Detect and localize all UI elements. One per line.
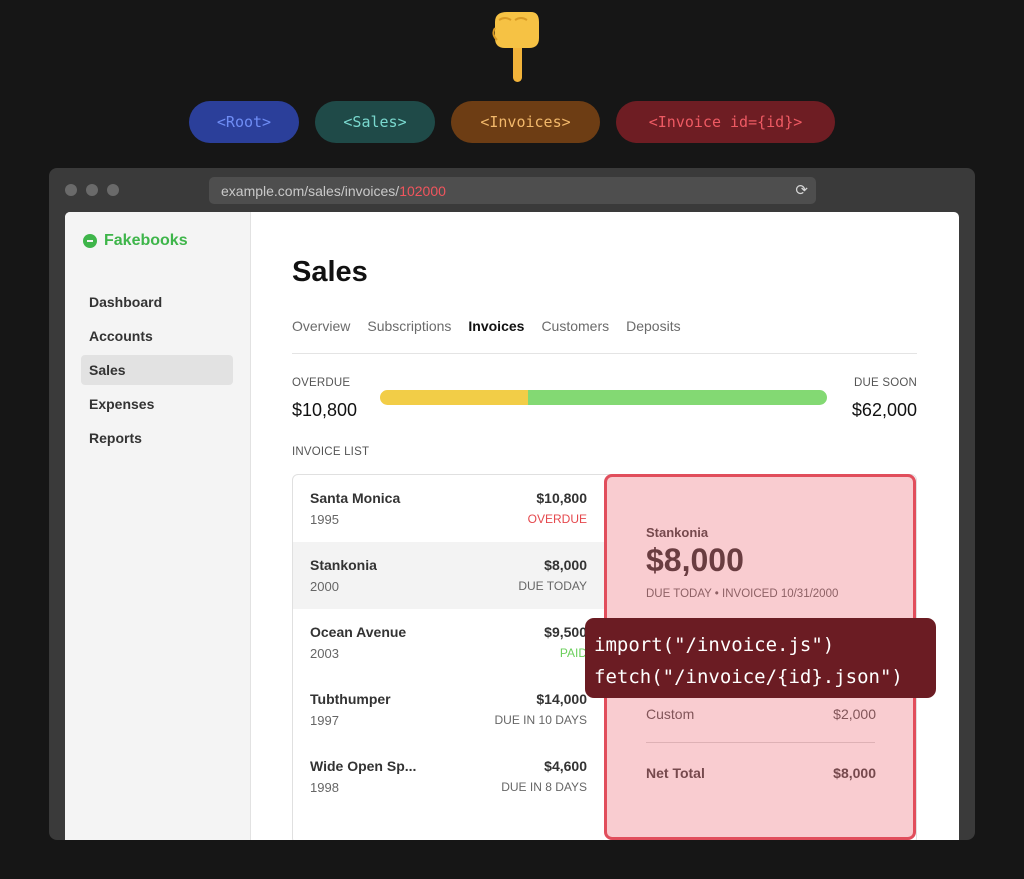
tab-invoices[interactable]: Invoices [468, 318, 524, 334]
url-base: example.com/sales/invoices/ [221, 182, 400, 199]
route-root-pill: <Root> [189, 101, 299, 143]
invoice-year: 2000 [310, 579, 339, 594]
invoice-status: OVERDUE [527, 512, 587, 526]
window-close-dot[interactable] [65, 184, 77, 196]
overdue-due-soon-bar [380, 390, 827, 405]
invoice-year: 1995 [310, 512, 339, 527]
due-soon-label: DUE SOON [854, 377, 917, 389]
window-maximize-dot[interactable] [107, 184, 119, 196]
sidebar-item-sales[interactable]: Sales [81, 355, 233, 385]
tab-overview[interactable]: Overview [292, 318, 350, 334]
code-callout: import("/invoice.js") fetch("/invoice/{i… [585, 618, 936, 698]
route-sales-pill: <Sales> [315, 101, 435, 143]
due-soon-amount: $62,000 [851, 400, 917, 420]
sidebar-item-dashboard[interactable]: Dashboard [81, 287, 233, 317]
code-line-import: import("/invoice.js") [594, 634, 835, 656]
overdue-bar-segment [380, 390, 528, 405]
tabs-divider [292, 353, 917, 354]
url-invoice-id: 102000 [399, 182, 446, 199]
pointing-down-hand-icon [492, 12, 539, 82]
invoice-amount: $4,600 [544, 758, 587, 774]
sidebar-item-reports[interactable]: Reports [81, 423, 233, 453]
sidebar-item-expenses[interactable]: Expenses [81, 389, 233, 419]
overdue-amount: $10,800 [292, 400, 358, 420]
invoice-year: 2003 [310, 646, 339, 661]
invoice-name: Wide Open Sp... [310, 758, 417, 774]
route-invoice-pill: <Invoice id={id}> [616, 101, 835, 143]
invoice-amount: $10,800 [536, 490, 587, 506]
tab-subscriptions[interactable]: Subscriptions [367, 318, 451, 334]
route-invoices-pill: <Invoices> [451, 101, 600, 143]
invoice-row-tubthumper[interactable]: Tubthumper 1997 $14,000 DUE IN 10 DAYS [293, 676, 606, 743]
due-soon-bar-segment [527, 390, 827, 405]
invoice-row-santa-monica[interactable]: Santa Monica 1995 $10,800 OVERDUE [293, 475, 606, 542]
tab-deposits[interactable]: Deposits [626, 318, 680, 334]
overdue-label: OVERDUE [292, 377, 351, 389]
sidebar-item-accounts[interactable]: Accounts [81, 321, 233, 351]
invoice-name: Santa Monica [310, 490, 401, 506]
window-minimize-dot[interactable] [86, 184, 98, 196]
invoice-status: PAID [559, 646, 587, 660]
invoice-row-ocean-avenue[interactable]: Ocean Avenue 2003 $9,500 PAID [293, 609, 606, 676]
brand-name: Fakebooks [104, 232, 188, 249]
invoice-amount: $9,500 [544, 624, 587, 640]
code-line-fetch: fetch("/invoice/{id}.json") [594, 666, 903, 688]
invoice-list-heading: INVOICE LIST [292, 446, 370, 458]
invoice-amount: $8,000 [544, 557, 587, 573]
invoice-year: 1997 [310, 713, 339, 728]
invoice-status: DUE TODAY [518, 579, 587, 593]
invoice-name: Ocean Avenue [310, 624, 407, 640]
reload-icon[interactable]: ⟳ [795, 181, 808, 199]
invoice-name: Tubthumper [310, 691, 391, 707]
invoice-row-wide-open-spaces[interactable]: Wide Open Sp... 1998 $4,600 DUE IN 8 DAY… [293, 743, 606, 810]
sales-tabs: Overview Subscriptions Invoices Customer… [292, 318, 698, 334]
brand-logo[interactable]: Fakebooks [83, 232, 188, 250]
invoice-status: DUE IN 10 DAYS [494, 713, 587, 727]
fakebooks-logo-icon [83, 234, 97, 248]
tab-customers[interactable]: Customers [541, 318, 609, 334]
address-bar[interactable]: example.com/sales/invoices/102000 ⟳ [209, 177, 816, 204]
page-title: Sales [292, 256, 368, 288]
invoice-row-stankonia[interactable]: Stankonia 2000 $8,000 DUE TODAY [293, 542, 606, 609]
invoice-amount: $14,000 [536, 691, 587, 707]
sidebar: Fakebooks Dashboard Accounts Sales Expen… [65, 212, 251, 840]
invoice-year: 1998 [310, 780, 339, 795]
invoice-status: DUE IN 8 DAYS [501, 780, 587, 794]
invoice-name: Stankonia [310, 557, 377, 573]
